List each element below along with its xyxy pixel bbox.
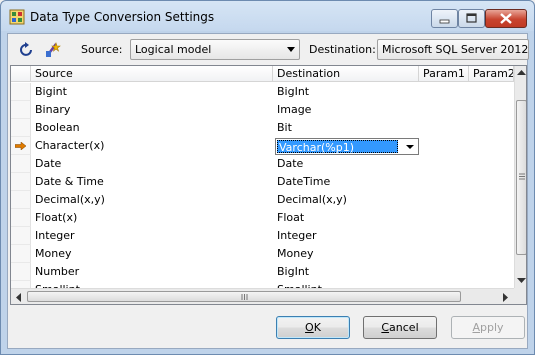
row-header[interactable] [11, 173, 31, 191]
conversion-grid: Source Destination Param1 Param2 Bigint B… [10, 65, 527, 305]
source-label: Source: [81, 43, 123, 56]
table-row[interactable]: Float(x) Float [11, 209, 514, 227]
source-dropdown[interactable]: Logical model [130, 39, 300, 60]
destination-type-cell[interactable]: Date [277, 157, 303, 170]
title-bar[interactable]: Data Type Conversion Settings [1, 1, 534, 33]
app-icon [9, 9, 25, 25]
column-header-param2[interactable]: Param2 [469, 66, 514, 82]
source-type-cell[interactable]: Money [35, 247, 71, 260]
close-icon [500, 13, 512, 24]
scroll-left-icon[interactable] [16, 293, 22, 302]
destination-type-dropdown[interactable]: Varchar(%p1) [275, 138, 419, 155]
wizard-icon[interactable] [44, 41, 62, 59]
destination-type-cell[interactable]: Decimal(x,y) [277, 193, 347, 206]
destination-type-value: Varchar(%p1) [277, 140, 398, 154]
table-row[interactable]: Number BigInt [11, 263, 514, 281]
close-button[interactable] [485, 9, 527, 28]
refresh-icon[interactable] [18, 41, 36, 59]
table-row[interactable]: Binary Image [11, 101, 514, 119]
row-header[interactable] [11, 119, 31, 137]
table-row[interactable]: Decimal(x,y) Decimal(x,y) [11, 191, 514, 209]
cancel-button[interactable]: Cancel [363, 316, 437, 339]
minimize-icon [439, 19, 450, 24]
source-type-cell[interactable]: Character(x) [35, 139, 104, 152]
dialog-window: Data Type Conversion Settings Source: Lo… [0, 0, 535, 355]
table-row[interactable]: Bigint BigInt [11, 83, 514, 101]
destination-type-cell[interactable]: Image [277, 103, 311, 116]
row-header[interactable] [11, 155, 31, 173]
destination-dropdown[interactable]: Microsoft SQL Server 2012 [377, 39, 529, 60]
table-row[interactable]: Boolean Bit [11, 119, 514, 137]
source-type-cell[interactable]: Integer [35, 229, 75, 242]
chevron-down-icon [406, 145, 414, 149]
cancel-label: ancel [389, 321, 419, 334]
apply-button: Apply [451, 316, 525, 339]
column-header-destination[interactable]: Destination [273, 66, 419, 82]
chevron-down-icon [287, 47, 295, 52]
row-header[interactable] [11, 227, 31, 245]
horizontal-scroll-thumb[interactable] [27, 291, 461, 302]
table-row[interactable]: Integer Integer [11, 227, 514, 245]
grip-icon [241, 294, 248, 300]
apply-label: pply [480, 321, 504, 334]
destination-label: Destination: [309, 43, 376, 56]
row-header[interactable] [11, 101, 31, 119]
source-type-cell[interactable]: Boolean [35, 121, 80, 134]
scroll-corner [514, 288, 526, 304]
ok-label: K [313, 321, 321, 334]
source-dropdown-value: Logical model [135, 43, 212, 56]
column-header-source[interactable]: Source [31, 66, 273, 82]
destination-type-cell[interactable]: Integer [277, 229, 317, 242]
ok-hotkey: O [305, 321, 314, 334]
horizontal-scrollbar[interactable] [11, 288, 514, 304]
source-type-cell[interactable]: Date [35, 157, 61, 170]
column-header-param1[interactable]: Param1 [419, 66, 469, 82]
destination-type-cell[interactable]: BigInt [277, 265, 309, 278]
current-row-arrow-icon [15, 142, 27, 150]
source-type-cell[interactable]: Bigint [35, 85, 67, 98]
source-type-cell[interactable]: Binary [35, 103, 70, 116]
scroll-right-icon[interactable] [503, 293, 509, 302]
table-row[interactable]: Character(x) Varchar(%p1) [11, 137, 514, 155]
header-corner [11, 66, 31, 82]
row-header[interactable] [11, 137, 31, 155]
maximize-icon [466, 13, 477, 23]
table-row[interactable]: Date & Time DateTime [11, 173, 514, 191]
scroll-down-icon[interactable] [517, 278, 526, 284]
toolbar: Source: Logical model Destination: Micro… [8, 34, 529, 64]
source-type-cell[interactable]: Number [35, 265, 79, 278]
scroll-up-icon[interactable] [517, 70, 526, 76]
vertical-scrollbar[interactable] [514, 66, 526, 288]
row-header[interactable] [11, 263, 31, 281]
vertical-scroll-thumb[interactable] [516, 100, 526, 255]
window-title: Data Type Conversion Settings [30, 10, 215, 24]
ok-button[interactable]: OK [276, 316, 350, 339]
destination-type-cell[interactable]: BigInt [277, 85, 309, 98]
cancel-hotkey: C [381, 321, 390, 334]
minimize-button[interactable] [431, 9, 458, 28]
destination-type-cell[interactable]: DateTime [277, 175, 330, 188]
maximize-button[interactable] [458, 9, 485, 28]
grip-icon [519, 173, 525, 180]
row-header[interactable] [11, 83, 31, 101]
apply-hotkey: A [472, 321, 480, 334]
destination-type-cell[interactable]: Float [277, 211, 304, 224]
source-type-cell[interactable]: Float(x) [35, 211, 77, 224]
row-header[interactable] [11, 209, 31, 227]
table-row[interactable]: Date Date [11, 155, 514, 173]
dialog-body: Source: Logical model Destination: Micro… [7, 33, 529, 349]
destination-type-cell[interactable]: Bit [277, 121, 292, 134]
source-type-cell[interactable]: Decimal(x,y) [35, 193, 105, 206]
grid-header: Source Destination Param1 Param2 [11, 66, 514, 82]
destination-type-cell[interactable]: Money [277, 247, 313, 260]
row-header[interactable] [11, 245, 31, 263]
source-type-cell[interactable]: Date & Time [35, 175, 104, 188]
table-row[interactable]: Money Money [11, 245, 514, 263]
destination-dropdown-value: Microsoft SQL Server 2012 [382, 43, 529, 56]
row-header[interactable] [11, 191, 31, 209]
